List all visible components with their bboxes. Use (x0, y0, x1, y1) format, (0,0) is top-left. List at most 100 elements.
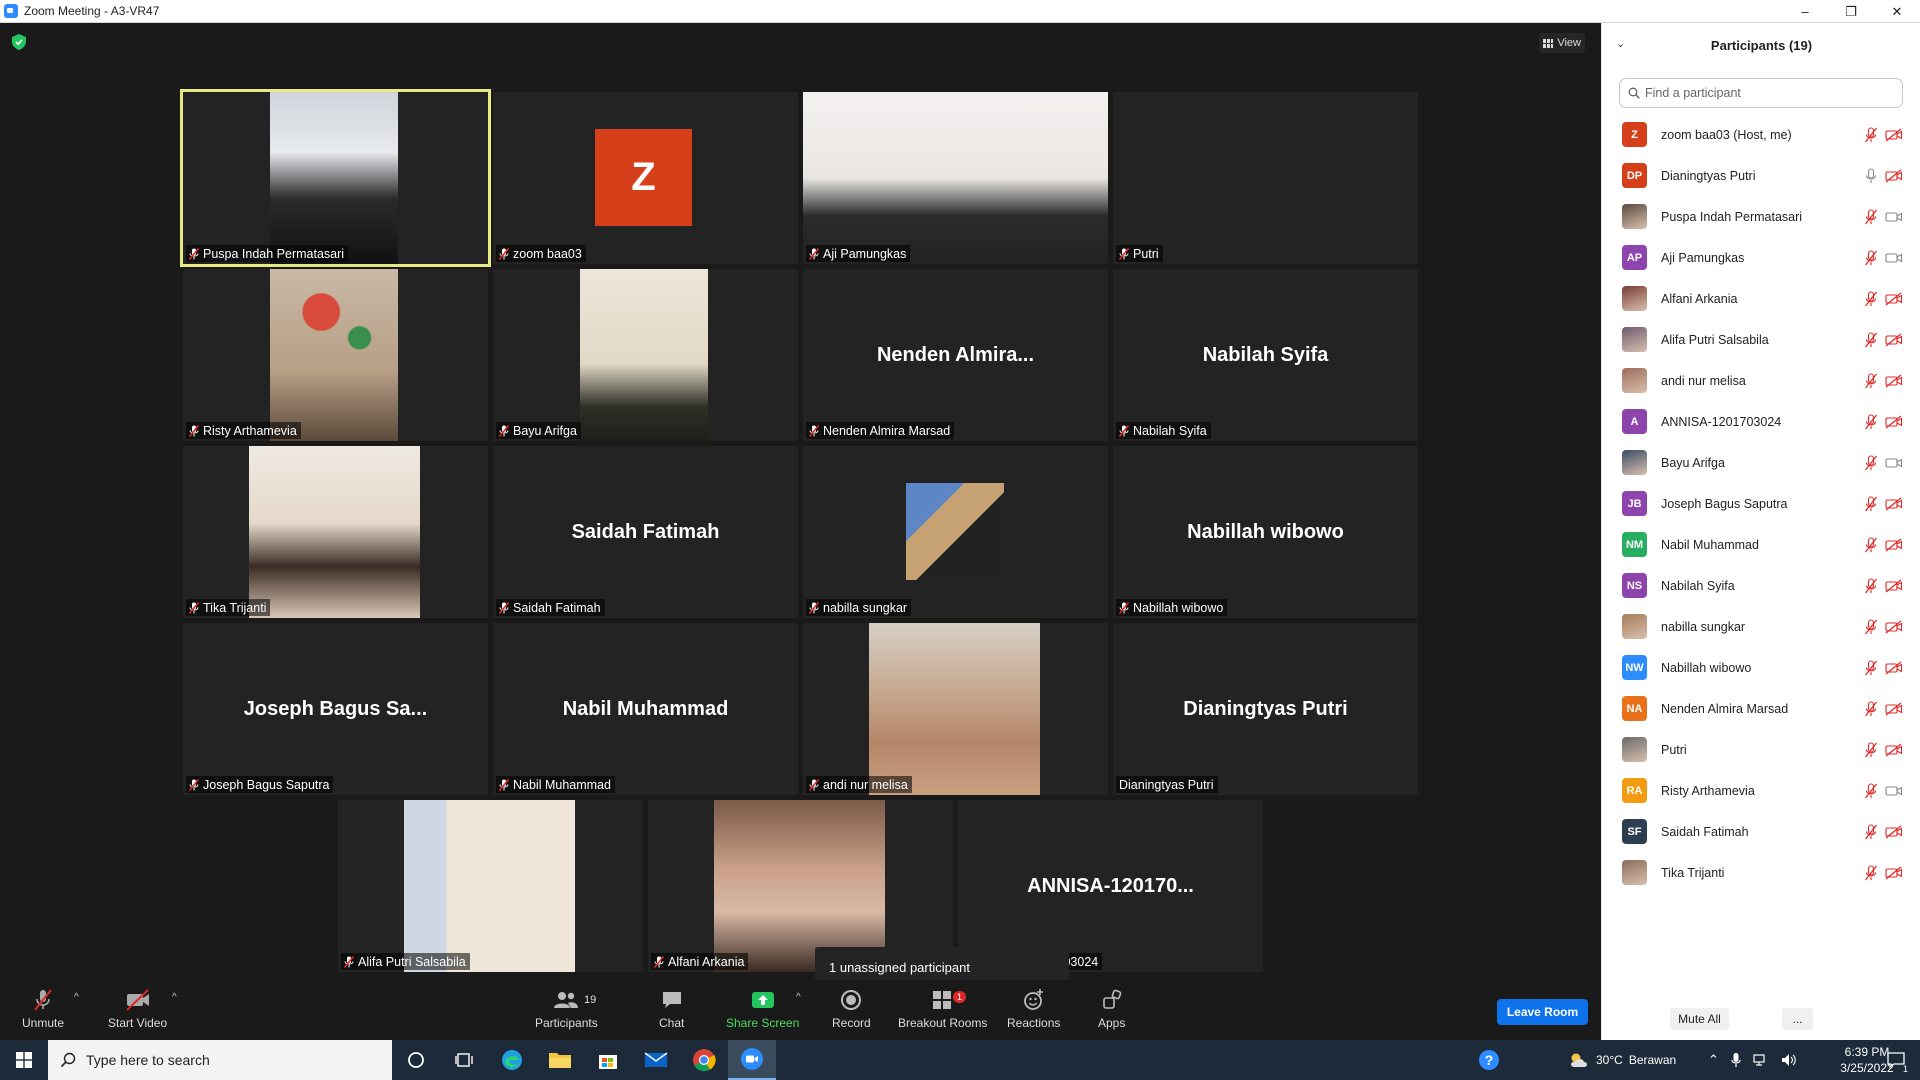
video-on-icon[interactable] (1885, 784, 1903, 798)
mail-icon[interactable] (632, 1040, 680, 1080)
mic-off-icon[interactable] (1865, 577, 1877, 594)
video-off-icon[interactable] (1885, 168, 1903, 183)
video-on-icon[interactable] (1885, 210, 1903, 224)
mic-off-icon[interactable] (1865, 782, 1877, 799)
mic-off-icon[interactable] (1865, 536, 1877, 553)
file-explorer-icon[interactable] (536, 1040, 584, 1080)
video-off-icon[interactable] (1885, 742, 1903, 757)
mic-off-icon[interactable] (1865, 413, 1877, 430)
chat-button[interactable]: Chat (659, 988, 684, 1030)
mic-off-icon[interactable] (1865, 331, 1877, 348)
participant-row[interactable]: A ANNISA-1201703024 (1602, 401, 1920, 442)
reactions-button[interactable]: Reactions (1007, 988, 1060, 1030)
video-tile[interactable]: Saidah Fatimah Saidah Fatimah (493, 446, 798, 618)
edge-browser-icon[interactable] (488, 1040, 536, 1080)
video-tile[interactable]: Nabil Muhammad Nabil Muhammad (493, 623, 798, 795)
participant-row[interactable]: SF Saidah Fatimah (1602, 811, 1920, 852)
participant-row[interactable]: NW Nabillah wibowo (1602, 647, 1920, 688)
participant-row[interactable]: Bayu Arifga (1602, 442, 1920, 483)
video-tile[interactable]: Tika Trijanti (183, 446, 488, 618)
video-on-icon[interactable] (1885, 456, 1903, 470)
video-tile[interactable]: Zzoom baa03 (493, 92, 798, 264)
more-options-button[interactable]: ... (1782, 1008, 1813, 1030)
video-options-caret-icon[interactable]: ^ (172, 992, 177, 1003)
start-button[interactable] (0, 1040, 48, 1080)
participant-row[interactable]: JB Joseph Bagus Saputra (1602, 483, 1920, 524)
restore-button[interactable]: ❐ (1828, 0, 1874, 23)
video-off-icon[interactable] (1885, 414, 1903, 429)
video-tile[interactable]: Putri (1113, 92, 1418, 264)
microsoft-store-icon[interactable] (584, 1040, 632, 1080)
mic-off-icon[interactable] (1865, 290, 1877, 307)
mic-off-icon[interactable] (1865, 864, 1877, 881)
mute-all-button[interactable]: Mute All (1670, 1008, 1729, 1030)
video-tile[interactable]: Joseph Bagus Sa... Joseph Bagus Saputra (183, 623, 488, 795)
participant-row[interactable]: RA Risty Arthamevia (1602, 770, 1920, 811)
share-options-caret-icon[interactable]: ^ (796, 992, 801, 1003)
video-off-icon[interactable] (1885, 537, 1903, 552)
mic-off-icon[interactable] (1865, 741, 1877, 758)
participant-row[interactable]: Zzoom baa03 (Host, me) (1602, 114, 1920, 155)
video-tile[interactable]: Dianingtyas Putri Dianingtyas Putri (1113, 623, 1418, 795)
participant-search-box[interactable] (1619, 78, 1903, 108)
cortana-icon[interactable] (392, 1040, 440, 1080)
participant-row[interactable]: AP Aji Pamungkas (1602, 237, 1920, 278)
video-off-icon[interactable] (1885, 291, 1903, 306)
participant-row[interactable]: Alifa Putri Salsabila (1602, 319, 1920, 360)
help-icon[interactable]: ? (1465, 1040, 1513, 1080)
minimize-button[interactable]: – (1782, 0, 1828, 23)
microphone-tray-icon[interactable] (1731, 1052, 1741, 1068)
video-off-icon[interactable] (1885, 332, 1903, 347)
mic-off-icon[interactable] (1865, 618, 1877, 635)
notification-center-icon[interactable]: 1 (1872, 1040, 1920, 1080)
video-off-icon[interactable] (1885, 619, 1903, 634)
apps-button[interactable]: Apps (1098, 988, 1125, 1030)
participant-row[interactable]: NM Nabil Muhammad (1602, 524, 1920, 565)
mic-off-icon[interactable] (1865, 659, 1877, 676)
participant-row[interactable]: nabilla sungkar (1602, 606, 1920, 647)
video-off-icon[interactable] (1885, 701, 1903, 716)
video-tile[interactable]: Bayu Arifga (493, 269, 798, 441)
view-button[interactable]: View (1539, 33, 1585, 53)
participant-row[interactable]: Alfani Arkania (1602, 278, 1920, 319)
show-hidden-icons-chevron-icon[interactable]: ⌃ (1708, 1052, 1719, 1068)
video-off-icon[interactable] (1885, 660, 1903, 675)
weather-widget[interactable]: 30°C Berawan (1568, 1040, 1676, 1080)
mic-off-icon[interactable] (1865, 372, 1877, 389)
encryption-shield-icon[interactable] (12, 34, 26, 50)
video-tile[interactable]: Nabillah wibowo Nabillah wibowo (1113, 446, 1418, 618)
video-tile[interactable]: Nenden Almira... Nenden Almira Marsad (803, 269, 1108, 441)
participant-row[interactable]: Tika Trijanti (1602, 852, 1920, 893)
mic-on-icon[interactable] (1865, 167, 1877, 184)
volume-icon[interactable] (1781, 1053, 1797, 1067)
taskbar-search-box[interactable] (48, 1040, 392, 1080)
zoom-taskbar-icon[interactable] (728, 1040, 776, 1080)
participant-row[interactable]: Puspa Indah Permatasari (1602, 196, 1920, 237)
participant-row[interactable]: andi nur melisa (1602, 360, 1920, 401)
video-tile[interactable]: Aji Pamungkas (803, 92, 1108, 264)
participant-row[interactable]: Putri (1602, 729, 1920, 770)
close-button[interactable]: ✕ (1874, 0, 1920, 23)
mic-off-icon[interactable] (1865, 823, 1877, 840)
participant-search-input[interactable] (1645, 86, 1885, 100)
video-tile[interactable]: Puspa Indah Permatasari (180, 89, 491, 267)
mic-off-icon[interactable] (1865, 208, 1877, 225)
video-tile[interactable]: Risty Arthamevia (183, 269, 488, 441)
mic-off-icon[interactable] (1865, 700, 1877, 717)
chrome-icon[interactable] (680, 1040, 728, 1080)
taskbar-search-input[interactable] (86, 1052, 366, 1068)
video-tile[interactable]: andi nur melisa (803, 623, 1108, 795)
video-off-icon[interactable] (1885, 578, 1903, 593)
video-off-icon[interactable] (1885, 373, 1903, 388)
start-video-button[interactable]: Start Video (108, 988, 167, 1030)
network-icon[interactable] (1753, 1053, 1769, 1067)
video-tile[interactable]: Alifa Putri Salsabila (338, 800, 643, 972)
participant-row[interactable]: DP Dianingtyas Putri (1602, 155, 1920, 196)
participant-row[interactable]: NS Nabilah Syifa (1602, 565, 1920, 606)
mic-off-icon[interactable] (1865, 454, 1877, 471)
mic-off-icon[interactable] (1865, 126, 1877, 143)
task-view-icon[interactable] (440, 1040, 488, 1080)
video-tile[interactable]: Nabilah Syifa Nabilah Syifa (1113, 269, 1418, 441)
video-off-icon[interactable] (1885, 824, 1903, 839)
share-screen-button[interactable]: Share Screen (726, 988, 799, 1030)
